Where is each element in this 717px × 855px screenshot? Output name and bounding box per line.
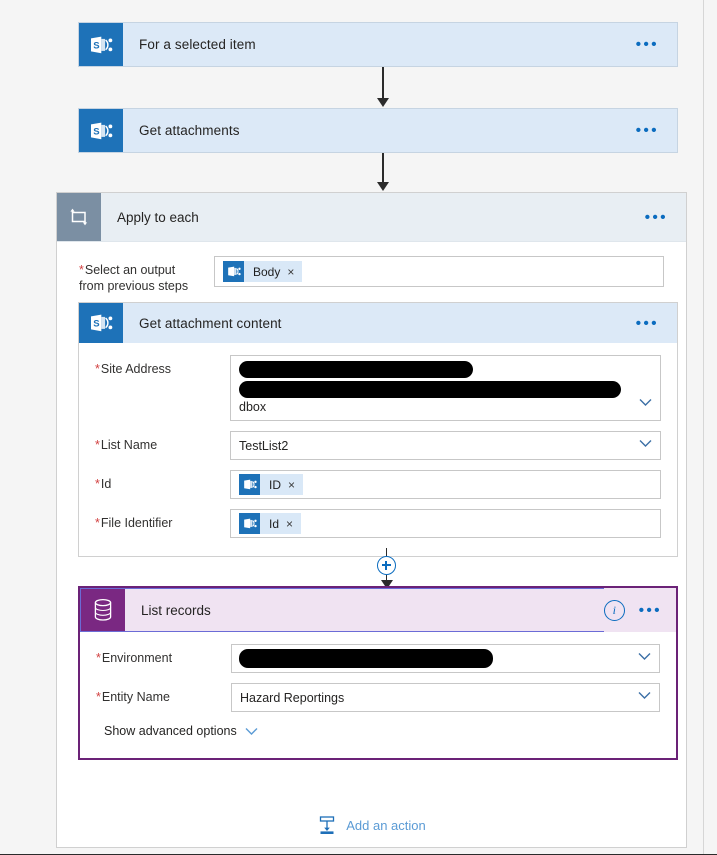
connector-get-attachments-to-apply-to-each xyxy=(377,153,389,191)
sharepoint-icon xyxy=(239,474,260,495)
step-title: Get attachment content xyxy=(139,315,282,331)
add-an-action-button[interactable]: Add an action xyxy=(57,815,686,835)
step-menu-button[interactable]: ••• xyxy=(627,193,686,241)
get-attachment-content-header[interactable]: S Get attachment content ••• xyxy=(79,303,677,343)
step-menu-button[interactable]: ••• xyxy=(618,303,677,343)
redaction-bar xyxy=(239,361,473,378)
field-label: *Entity Name xyxy=(96,690,170,704)
add-an-action-label: Add an action xyxy=(346,817,426,833)
connector-insert-new-step[interactable] xyxy=(377,548,396,589)
flow-step-get-attachment-content[interactable]: S Get attachment content ••• *Site Addre… xyxy=(78,302,678,557)
required-asterisk: * xyxy=(96,690,101,704)
canvas-right-divider xyxy=(703,0,704,855)
sharepoint-icon xyxy=(239,513,260,534)
step-title: For a selected item xyxy=(139,37,256,52)
field-label: *Environment xyxy=(96,651,173,665)
chevron-down-icon[interactable] xyxy=(639,439,652,450)
list-records-header-actions: i ••• xyxy=(603,588,676,632)
site-address-dropdown[interactable]: dbox xyxy=(230,355,661,421)
field-site-address: *Site Address dbox xyxy=(95,355,661,421)
required-asterisk: * xyxy=(95,362,100,376)
token-label: Id xyxy=(269,516,280,531)
field-label: *Site Address xyxy=(95,362,172,376)
field-label: *Select an output from previous steps xyxy=(79,263,189,293)
token-label: ID xyxy=(269,477,281,492)
field-select-an-output: *Select an output from previous steps Bo… xyxy=(79,256,664,294)
list-records-header[interactable]: List records i ••• xyxy=(80,588,676,632)
required-asterisk: * xyxy=(95,477,100,491)
insert-action-icon xyxy=(317,815,337,835)
apply-to-each-body: *Select an output from previous steps Bo… xyxy=(57,242,686,294)
environment-dropdown[interactable] xyxy=(231,644,660,673)
sharepoint-icon: S xyxy=(79,109,123,152)
add-step-plus-icon[interactable] xyxy=(377,556,396,575)
step-menu-button[interactable]: ••• xyxy=(618,109,677,152)
info-icon[interactable]: i xyxy=(603,599,625,621)
token-label: Body xyxy=(253,264,281,279)
list-name-dropdown[interactable]: TestList2 xyxy=(230,431,661,460)
required-asterisk: * xyxy=(79,263,84,277)
token-remove-icon[interactable]: × xyxy=(286,517,301,531)
apply-to-each-header[interactable]: Apply to each ••• xyxy=(57,193,686,242)
svg-text:S: S xyxy=(93,126,99,137)
flow-step-for-a-selected-item[interactable]: S For a selected item ••• xyxy=(78,22,678,67)
field-file-identifier: *File Identifier Id × xyxy=(95,509,661,538)
field-label: *File Identifier xyxy=(95,516,173,530)
chevron-down-icon[interactable] xyxy=(638,652,651,663)
field-list-name: *List Name TestList2 xyxy=(95,431,661,460)
chevron-down-icon[interactable] xyxy=(245,727,258,736)
site-address-value: dbox xyxy=(239,400,267,414)
file-identifier-input[interactable]: Id × xyxy=(230,509,661,538)
token-chip-file-identifier[interactable]: Id × xyxy=(239,513,302,534)
field-id: *Id ID × xyxy=(95,470,661,499)
required-asterisk: * xyxy=(95,438,100,452)
sharepoint-icon: S xyxy=(79,303,123,343)
get-attachment-content-body: *Site Address dbox *List Name TestList2 … xyxy=(79,343,677,556)
field-label: *Id xyxy=(95,477,112,491)
redaction-bar xyxy=(239,649,493,668)
list-name-value: TestList2 xyxy=(239,438,289,453)
sharepoint-icon xyxy=(223,261,244,282)
sharepoint-icon: S xyxy=(79,23,123,66)
list-records-body: *Environment *Entity Name Hazard Reporti… xyxy=(80,632,676,758)
token-chip-body[interactable]: Body × xyxy=(223,261,303,282)
redaction-bar xyxy=(239,381,621,398)
show-advanced-options-toggle[interactable]: Show advanced options xyxy=(96,714,660,750)
svg-text:S: S xyxy=(93,40,99,51)
flow-designer-canvas: S For a selected item ••• S Get attachme… xyxy=(0,0,703,855)
show-advanced-options-label: Show advanced options xyxy=(104,724,237,738)
step-title: Apply to each xyxy=(117,209,199,225)
token-remove-icon[interactable]: × xyxy=(288,478,303,492)
step-menu-button[interactable]: ••• xyxy=(618,23,677,66)
required-asterisk: * xyxy=(95,516,100,530)
database-icon xyxy=(81,589,125,631)
connector-trigger-to-get-attachments xyxy=(377,67,389,107)
entity-name-dropdown[interactable]: Hazard Reportings xyxy=(231,683,660,712)
step-menu-button[interactable]: ••• xyxy=(639,603,662,618)
svg-text:S: S xyxy=(93,319,99,330)
entity-name-value: Hazard Reportings xyxy=(240,690,345,705)
token-chip-id[interactable]: ID × xyxy=(239,474,304,495)
field-label: *List Name xyxy=(95,438,158,452)
field-environment: *Environment xyxy=(96,644,660,673)
token-remove-icon[interactable]: × xyxy=(287,265,302,279)
loop-icon xyxy=(57,193,101,241)
id-input[interactable]: ID × xyxy=(230,470,661,499)
field-entity-name: *Entity Name Hazard Reportings xyxy=(96,683,660,712)
required-asterisk: * xyxy=(96,651,101,665)
flow-step-get-attachments[interactable]: S Get attachments ••• xyxy=(78,108,678,153)
chevron-down-icon[interactable] xyxy=(638,691,651,702)
flow-step-list-records[interactable]: List records i ••• *Environment *Entity … xyxy=(78,586,678,760)
step-title: List records xyxy=(141,602,211,618)
select-output-input[interactable]: Body × xyxy=(214,256,664,287)
step-title: Get attachments xyxy=(139,123,240,138)
